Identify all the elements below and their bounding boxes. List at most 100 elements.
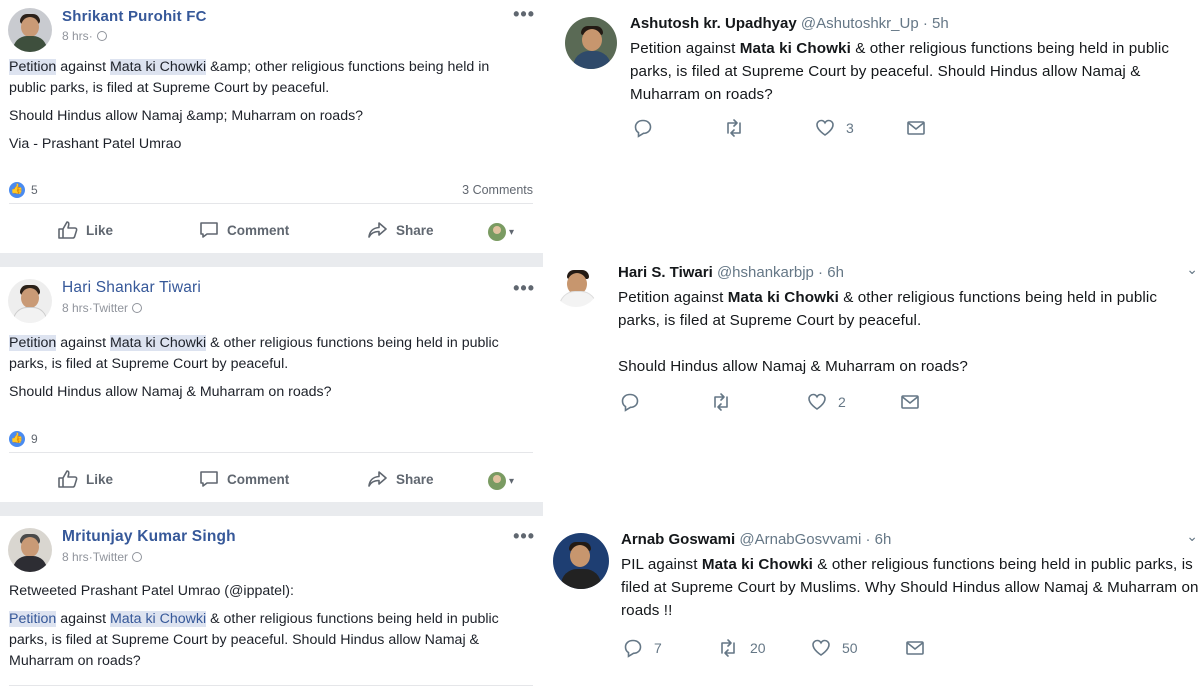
post-time[interactable]: 8 hrs · Twitter xyxy=(62,550,236,564)
globe-icon xyxy=(132,552,143,562)
like-label: Like xyxy=(86,222,114,238)
retweet-button[interactable] xyxy=(710,392,732,412)
bold-text: Mata ki Chowki xyxy=(701,556,813,573)
tweet-header: Ashutosh kr. Upadhyay @Ashutoshkr_Up · 5… xyxy=(630,15,949,32)
thumbs-up-icon xyxy=(58,470,78,488)
tweet-text: Petition against Mata ki Chowki & other … xyxy=(618,286,1200,378)
avatar[interactable] xyxy=(553,533,609,589)
user-name[interactable]: Arnab Goswami xyxy=(621,531,735,548)
reply-icon xyxy=(624,639,642,658)
author-name[interactable]: Shrikant Purohit FC xyxy=(62,8,207,25)
post-text: Petition against Mata ki Chowki &amp; ot… xyxy=(9,57,529,162)
chevron-down-icon[interactable]: ⌄ xyxy=(1186,528,1198,545)
author-name[interactable]: Mritunjay Kumar Singh xyxy=(62,528,236,546)
post-time[interactable]: 8 hrs · Twitter xyxy=(62,301,201,315)
separator: · xyxy=(918,15,933,32)
dm-button[interactable] xyxy=(900,392,920,412)
tweet-actions: 3 xyxy=(633,118,1033,142)
tweet-paragraph: Should Hindus allow Namaj & Muharram on … xyxy=(618,358,968,375)
like-badge-icon[interactable]: 👍 xyxy=(9,431,25,447)
comment-button[interactable]: Comment xyxy=(199,470,289,488)
audience-selector[interactable]: ▾ xyxy=(488,472,514,490)
like-button[interactable]: 3 xyxy=(815,118,854,138)
share-button[interactable]: Share xyxy=(368,221,434,239)
retweet-button[interactable] xyxy=(723,118,745,138)
fb-post-header: Mritunjay Kumar Singh 8 hrs · Twitter xyxy=(8,528,236,572)
tweet-paragraph: Petition against Mata ki Chowki & other … xyxy=(618,286,1200,332)
post-source: Twitter xyxy=(92,550,129,564)
reply-count: 7 xyxy=(654,640,662,656)
reply-button[interactable] xyxy=(633,118,653,138)
profile-thumbnail xyxy=(488,223,506,241)
more-options-icon[interactable]: ••• xyxy=(513,526,535,547)
timestamp[interactable]: 8 hrs xyxy=(62,29,89,43)
reaction-count[interactable]: 9 xyxy=(31,432,38,446)
share-label: Share xyxy=(396,222,434,238)
user-handle[interactable]: @ArnabGosvvami xyxy=(739,531,861,548)
heart-icon xyxy=(816,119,834,136)
share-button[interactable]: Share xyxy=(368,470,434,488)
user-name[interactable]: Ashutosh kr. Upadhyay xyxy=(630,15,797,32)
like-button[interactable]: Like xyxy=(58,470,113,488)
post-text: Retweeted Prashant Patel Umrao (@ippatel… xyxy=(9,581,529,679)
retweet-line: Retweeted Prashant Patel Umrao (@ippatel… xyxy=(9,583,294,599)
user-handle[interactable]: @hshankarbjp xyxy=(717,264,814,281)
fb-post-header: Shrikant Purohit FC 8 hrs · xyxy=(8,8,207,52)
post-actions: Like Comment Share ▾ xyxy=(0,211,543,251)
text-span: against xyxy=(56,59,110,75)
share-icon xyxy=(368,222,387,238)
thumbs-up-icon xyxy=(58,221,78,239)
envelope-icon xyxy=(906,641,924,655)
comment-button[interactable]: Comment xyxy=(199,221,289,239)
retweet-button[interactable]: 20 xyxy=(717,638,766,658)
tweet-time[interactable]: 6h xyxy=(875,531,892,548)
like-button[interactable]: 2 xyxy=(807,392,846,412)
reply-button[interactable] xyxy=(620,392,640,412)
avatar[interactable] xyxy=(565,17,617,69)
chevron-down-icon[interactable]: ⌄ xyxy=(1186,261,1198,278)
dm-button[interactable] xyxy=(905,638,925,658)
text-span: against xyxy=(56,611,110,627)
user-handle[interactable]: @Ashutoshkr_Up xyxy=(801,15,919,32)
user-name[interactable]: Hari S. Tiwari xyxy=(618,264,713,281)
highlight: Petition xyxy=(9,59,57,75)
globe-icon xyxy=(96,31,107,41)
reaction-count[interactable]: 5 xyxy=(31,183,38,197)
avatar[interactable] xyxy=(8,279,52,323)
comment-count[interactable]: 3 Comments xyxy=(462,183,533,197)
avatar[interactable] xyxy=(553,261,599,307)
like-button[interactable]: 50 xyxy=(811,638,858,658)
envelope-icon xyxy=(907,121,925,135)
separator: · xyxy=(813,264,828,281)
facebook-feed: Shrikant Purohit FC 8 hrs · ••• Petition… xyxy=(0,0,543,700)
tweet-actions: 7 20 50 xyxy=(623,638,1023,662)
more-options-icon[interactable]: ••• xyxy=(513,4,535,25)
timestamp[interactable]: 8 hrs xyxy=(62,550,89,564)
reply-button[interactable]: 7 xyxy=(623,638,662,658)
twitter-feed: Ashutosh kr. Upadhyay @Ashutoshkr_Up · 5… xyxy=(543,0,1200,700)
dm-button[interactable] xyxy=(906,118,926,138)
reply-icon xyxy=(621,393,639,412)
highlight[interactable]: Petition xyxy=(9,611,57,627)
avatar[interactable] xyxy=(8,8,52,52)
tweet-time[interactable]: 6h xyxy=(827,264,844,281)
avatar[interactable] xyxy=(8,528,52,572)
heart-icon xyxy=(808,393,826,410)
highlight: Mata ki Chowki xyxy=(109,335,207,351)
like-button[interactable]: Like xyxy=(58,221,113,239)
highlight: Petition xyxy=(9,335,57,351)
post-time[interactable]: 8 hrs · xyxy=(62,29,207,43)
highlight[interactable]: Mata ki Chowki xyxy=(109,611,207,627)
tweet-time[interactable]: 5h xyxy=(932,15,949,32)
audience-selector[interactable]: ▾ xyxy=(488,223,514,241)
separator: · xyxy=(88,29,93,43)
author-name[interactable]: Hari Shankar Tiwari xyxy=(62,279,201,297)
more-options-icon[interactable]: ••• xyxy=(513,278,535,299)
post-paragraph: Should Hindus allow Namaj & Muharram on … xyxy=(9,384,332,400)
like-label: Like xyxy=(86,471,114,487)
text-span: against xyxy=(56,335,110,351)
like-badge-icon[interactable]: 👍 xyxy=(9,182,25,198)
caret-down-icon: ▾ xyxy=(509,226,515,238)
retweet-icon xyxy=(721,639,735,657)
timestamp[interactable]: 8 hrs xyxy=(62,301,89,315)
